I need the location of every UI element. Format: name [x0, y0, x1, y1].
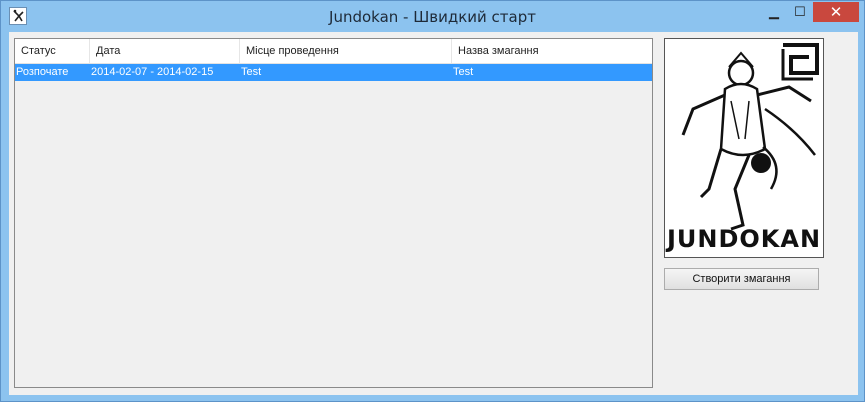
app-window: Jundokan - Швидкий старт ▁ ☐ ✕ Статус Да… — [0, 0, 865, 402]
table-header: Статус Дата Місце проведення Назва змага… — [15, 39, 652, 64]
minimize-button[interactable]: ▁ — [761, 2, 787, 22]
maximize-icon: ☐ — [794, 4, 806, 19]
title-bar[interactable]: Jundokan - Швидкий старт ▁ ☐ ✕ — [1, 1, 864, 33]
column-venue[interactable]: Місце проведення — [240, 39, 452, 63]
window-title: Jundokan - Швидкий старт — [329, 8, 536, 26]
maximize-button[interactable]: ☐ — [787, 2, 813, 22]
logo-panel: JUNDOKAN — [664, 38, 824, 258]
cell-venue: Test — [241, 66, 262, 78]
close-icon: ✕ — [829, 4, 843, 21]
minimize-icon: ▁ — [769, 4, 779, 19]
column-status[interactable]: Статус — [15, 39, 90, 63]
client-area: Статус Дата Місце проведення Назва змага… — [9, 32, 858, 395]
close-button[interactable]: ✕ — [813, 2, 859, 22]
cell-status: Розпочате — [16, 66, 69, 78]
logo-text: JUNDOKAN — [666, 225, 822, 253]
competitions-table[interactable]: Статус Дата Місце проведення Назва змага… — [14, 38, 653, 388]
cell-name: Test — [453, 66, 474, 78]
cell-date: 2014-02-07 - 2014-02-15 — [91, 66, 214, 78]
column-date[interactable]: Дата — [90, 39, 240, 63]
column-name[interactable]: Назва змагання — [452, 39, 652, 63]
table-row[interactable]: Розпочате 2014-02-07 - 2014-02-15 Test T… — [15, 64, 652, 81]
create-competition-button[interactable]: Створити змагання — [664, 268, 819, 290]
